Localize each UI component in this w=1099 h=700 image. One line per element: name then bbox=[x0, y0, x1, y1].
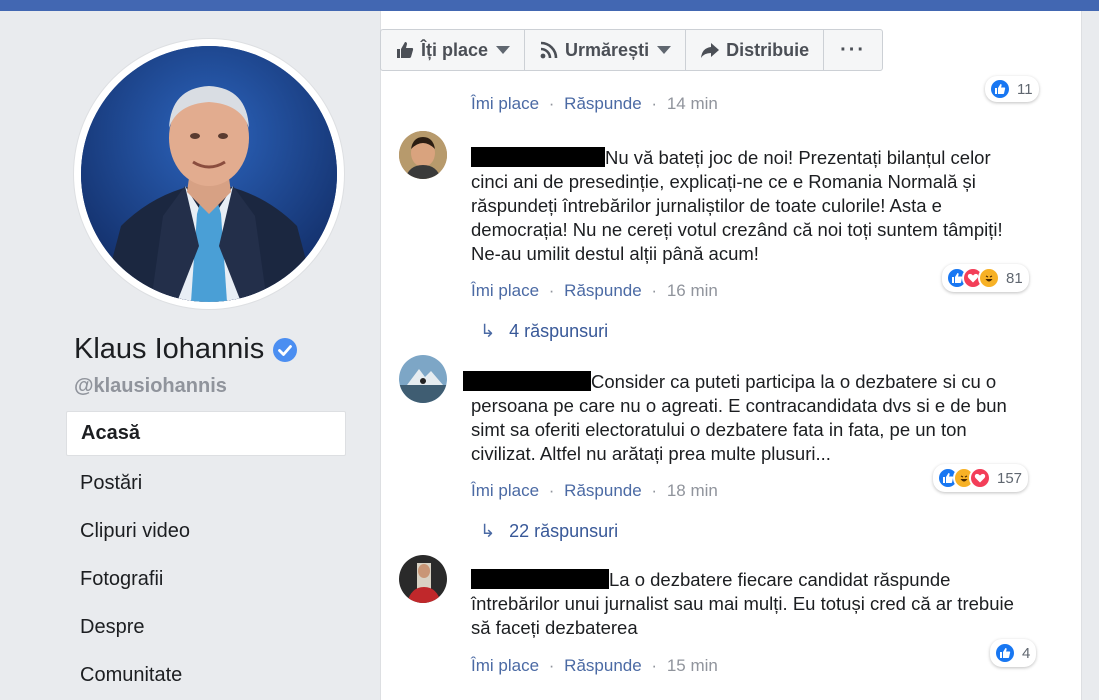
reply-link[interactable]: Răspunde bbox=[564, 656, 642, 675]
nav-item-posts[interactable]: Postări bbox=[66, 459, 346, 507]
redacted-author-name bbox=[463, 371, 591, 391]
avatar-image bbox=[399, 555, 447, 603]
commenter-avatar[interactable] bbox=[399, 555, 447, 603]
nav-item-community[interactable]: Comunitate bbox=[66, 651, 346, 699]
chevron-down-icon bbox=[657, 46, 672, 54]
page-action-bar: Îți place Urmărești Distribuie ··· bbox=[380, 29, 884, 71]
more-options-button[interactable]: ··· bbox=[824, 30, 882, 70]
comment-meta: Îmi place · Răspunde · 14 min bbox=[471, 94, 718, 114]
comment-time[interactable]: 15 min bbox=[667, 656, 718, 675]
view-replies-link[interactable]: ↳ 22 răspunsuri bbox=[480, 521, 618, 542]
share-arrow-icon bbox=[700, 40, 720, 60]
separator-dot: · bbox=[548, 94, 555, 113]
follow-button[interactable]: Urmărești bbox=[525, 30, 687, 70]
nav-item-videos[interactable]: Clipuri video bbox=[66, 507, 346, 555]
comment-body: Nu vă bateți joc de noi! Prezentați bila… bbox=[471, 146, 1031, 266]
like-reaction-icon bbox=[989, 78, 1011, 100]
separator-dot: · bbox=[651, 94, 658, 113]
page-name: Klaus Iohannis bbox=[74, 333, 265, 365]
like-comment-link[interactable]: Îmi place bbox=[471, 281, 539, 300]
like-comment-link[interactable]: Îmi place bbox=[471, 481, 539, 500]
reaction-count: 4 bbox=[1022, 644, 1031, 662]
redacted-author-name bbox=[471, 569, 609, 589]
page-navigation: Acasă Postări Clipuri video Fotografii D… bbox=[66, 411, 346, 699]
commenter-avatar[interactable] bbox=[399, 355, 447, 403]
profile-photo bbox=[81, 46, 337, 302]
reaction-count: 157 bbox=[997, 469, 1023, 487]
avatar-image bbox=[399, 355, 447, 403]
comment-time[interactable]: 14 min bbox=[667, 94, 718, 113]
rss-icon bbox=[539, 40, 559, 60]
reply-arrow-icon: ↳ bbox=[480, 521, 496, 541]
reactions-summary[interactable]: 157 bbox=[933, 464, 1029, 492]
verified-badge-icon bbox=[272, 337, 298, 363]
comment-meta: Îmi place · Răspunde · 15 min bbox=[471, 656, 718, 676]
comment-body: La o dezbatere fiecare candidat răspunde… bbox=[471, 568, 1031, 640]
page-handle[interactable]: @klausiohannis bbox=[74, 375, 227, 398]
replies-count: 4 răspunsuri bbox=[509, 321, 609, 341]
reply-link[interactable]: Răspunde bbox=[564, 281, 642, 300]
chevron-down-icon bbox=[496, 46, 511, 54]
separator-dot: · bbox=[548, 656, 555, 675]
separator-dot: · bbox=[651, 481, 658, 500]
haha-reaction-icon bbox=[978, 267, 1000, 289]
reply-arrow-icon: ↳ bbox=[480, 321, 496, 341]
reaction-count: 11 bbox=[1017, 80, 1033, 98]
separator-dot: · bbox=[548, 281, 555, 300]
reactions-summary[interactable]: 81 bbox=[942, 264, 1029, 292]
view-replies-link[interactable]: ↳ 4 răspunsuri bbox=[480, 321, 608, 342]
replies-count: 22 răspunsuri bbox=[509, 521, 619, 541]
like-comment-link[interactable]: Îmi place bbox=[471, 656, 539, 675]
nav-item-photos[interactable]: Fotografii bbox=[66, 555, 346, 603]
separator-dot: · bbox=[651, 656, 658, 675]
love-reaction-icon bbox=[969, 467, 991, 489]
comment-time[interactable]: 18 min bbox=[667, 481, 718, 500]
follow-label: Urmărești bbox=[565, 39, 650, 60]
share-button[interactable]: Distribuie bbox=[686, 30, 825, 70]
nav-item-home[interactable]: Acasă bbox=[66, 411, 346, 456]
thumbs-up-icon bbox=[395, 40, 415, 60]
comment-meta: Îmi place · Răspunde · 16 min bbox=[471, 281, 718, 301]
reply-link[interactable]: Răspunde bbox=[564, 481, 642, 500]
like-page-label: Îți place bbox=[421, 39, 489, 60]
top-navigation-bar bbox=[0, 0, 1099, 11]
page-title: Klaus Iohannis bbox=[74, 333, 298, 366]
avatar-image bbox=[399, 131, 447, 179]
reaction-count: 81 bbox=[1006, 269, 1023, 287]
reactions-summary[interactable]: 4 bbox=[990, 639, 1037, 667]
comment-meta: Îmi place · Răspunde · 18 min bbox=[471, 481, 718, 501]
share-label: Distribuie bbox=[726, 39, 810, 60]
comment-body: Consider ca puteti participa la o dezbat… bbox=[463, 370, 1031, 466]
like-reaction-icon bbox=[994, 642, 1016, 664]
like-page-button[interactable]: Îți place bbox=[381, 30, 526, 70]
commenter-avatar[interactable] bbox=[399, 131, 447, 179]
portrait-image bbox=[81, 46, 337, 302]
comment-time[interactable]: 16 min bbox=[667, 281, 718, 300]
reply-link[interactable]: Răspunde bbox=[564, 94, 642, 113]
like-comment-link[interactable]: Îmi place bbox=[471, 94, 539, 113]
profile-picture[interactable] bbox=[74, 39, 344, 309]
redacted-author-name bbox=[471, 147, 605, 167]
left-column: Klaus Iohannis @klausiohannis Acasă Post… bbox=[0, 11, 361, 700]
reactions-summary[interactable]: 11 bbox=[985, 76, 1039, 102]
nav-item-about[interactable]: Despre bbox=[66, 603, 346, 651]
separator-dot: · bbox=[651, 281, 658, 300]
separator-dot: · bbox=[548, 481, 555, 500]
